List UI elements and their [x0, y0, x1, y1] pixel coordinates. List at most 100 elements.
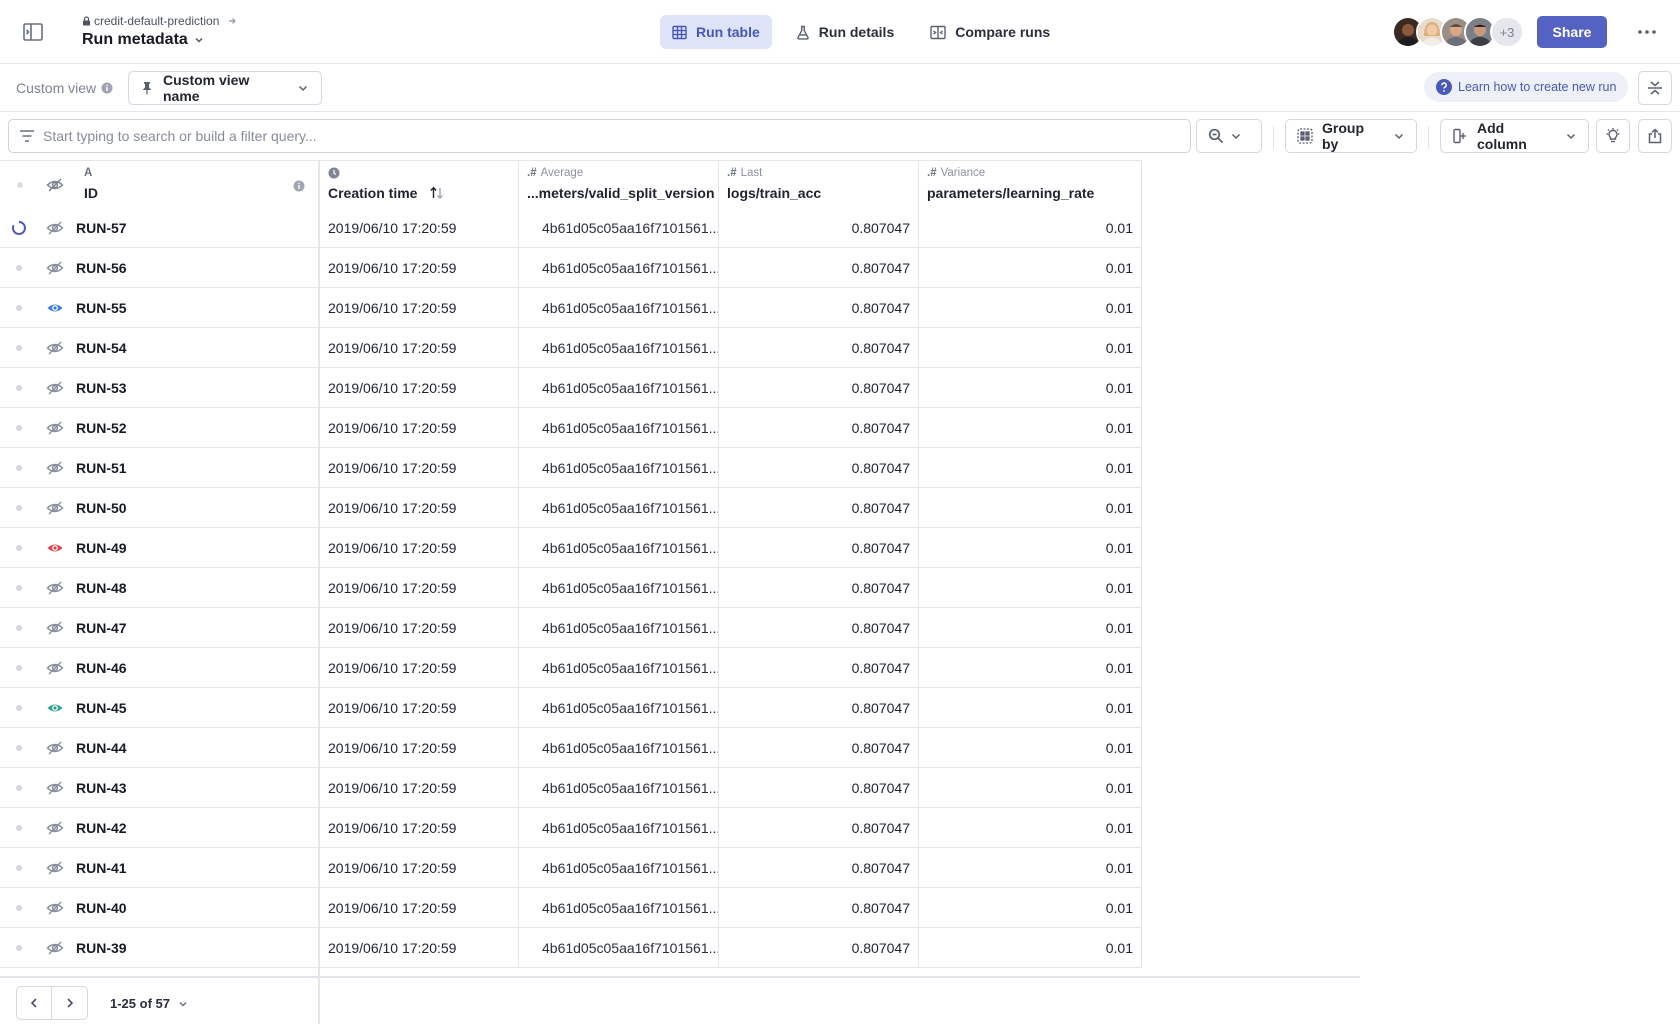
- visibility-toggle-cell[interactable]: [38, 488, 71, 527]
- eye-icon[interactable]: [46, 299, 64, 317]
- visibility-toggle-cell[interactable]: [38, 688, 71, 727]
- run-id-cell[interactable]: RUN-43: [71, 768, 318, 807]
- header-learning-rate[interactable]: .# Variance parameters/learning_rate: [919, 161, 1142, 208]
- eye-off-icon[interactable]: [45, 899, 64, 917]
- project-name[interactable]: credit-default-prediction: [94, 14, 219, 28]
- run-id-cell[interactable]: RUN-52: [71, 408, 318, 447]
- eye-off-icon[interactable]: [45, 859, 64, 877]
- custom-view-select[interactable]: Custom view name: [128, 71, 322, 105]
- next-page-button[interactable]: [52, 986, 88, 1020]
- visibility-toggle-cell[interactable]: [38, 568, 71, 607]
- eye-off-icon[interactable]: [45, 499, 64, 517]
- header-id[interactable]: A ID: [71, 161, 318, 208]
- table-row[interactable]: RUN-44 2019/06/10 17:20:59 4b61d05c05aa16f…: [0, 728, 1142, 768]
- eye-off-icon[interactable]: [45, 939, 64, 957]
- run-id-cell[interactable]: RUN-45: [71, 688, 318, 727]
- sidebar-toggle-icon[interactable]: [22, 21, 44, 43]
- info-icon[interactable]: [293, 180, 305, 192]
- visibility-toggle-cell[interactable]: [38, 328, 71, 367]
- share-button[interactable]: Share: [1537, 16, 1607, 48]
- search-mode-button[interactable]: [1196, 119, 1262, 153]
- add-column-button[interactable]: Add column: [1440, 119, 1589, 153]
- eye-off-icon[interactable]: [45, 339, 64, 357]
- eye-off-icon[interactable]: [45, 219, 64, 237]
- visibility-toggle-cell[interactable]: [38, 928, 71, 967]
- table-row[interactable]: RUN-49 2019/06/10 17:20:59 4b61d05c05aa16f…: [0, 528, 1142, 568]
- eye-off-icon[interactable]: [45, 459, 64, 477]
- eye-off-icon[interactable]: [45, 419, 64, 437]
- table-row[interactable]: RUN-55 2019/06/10 17:20:59 4b61d05c05aa16f…: [0, 288, 1142, 328]
- run-id-cell[interactable]: RUN-51: [71, 448, 318, 487]
- eye-icon[interactable]: [46, 699, 64, 717]
- eye-off-icon[interactable]: [45, 779, 64, 797]
- visibility-toggle-cell[interactable]: [38, 648, 71, 687]
- tab-compare-runs[interactable]: Compare runs: [918, 15, 1062, 49]
- page-title[interactable]: Run metadata: [82, 31, 204, 49]
- table-row[interactable]: RUN-39 2019/06/10 17:20:59 4b61d05c05aa16f…: [0, 928, 1142, 968]
- visibility-toggle-cell[interactable]: [38, 608, 71, 647]
- table-row[interactable]: RUN-56 2019/06/10 17:20:59 4b61d05c05aa16f…: [0, 248, 1142, 288]
- run-id-cell[interactable]: RUN-49: [71, 528, 318, 567]
- suggestions-button[interactable]: [1596, 119, 1630, 153]
- visibility-toggle-cell[interactable]: [38, 848, 71, 887]
- run-id-cell[interactable]: RUN-39: [71, 928, 318, 967]
- collapse-view-button[interactable]: [1638, 71, 1672, 105]
- table-row[interactable]: RUN-40 2019/06/10 17:20:59 4b61d05c05aa16f…: [0, 888, 1142, 928]
- run-id-cell[interactable]: RUN-44: [71, 728, 318, 767]
- visibility-toggle-cell[interactable]: [38, 728, 71, 767]
- filter-query-input[interactable]: [43, 128, 1163, 144]
- header-valid-split-version[interactable]: .# Average ...meters/valid_split_version: [519, 161, 719, 208]
- header-creation-time[interactable]: Creation time: [318, 161, 519, 208]
- eye-icon[interactable]: [46, 539, 64, 557]
- eye-off-icon[interactable]: [45, 819, 64, 837]
- info-icon[interactable]: [101, 82, 113, 94]
- collaborator-avatars[interactable]: +3: [1392, 16, 1524, 48]
- export-button[interactable]: [1638, 119, 1672, 153]
- run-id-cell[interactable]: RUN-47: [71, 608, 318, 647]
- visibility-toggle-cell[interactable]: [38, 808, 71, 847]
- table-row[interactable]: RUN-53 2019/06/10 17:20:59 4b61d05c05aa16f…: [0, 368, 1142, 408]
- run-id-cell[interactable]: RUN-54: [71, 328, 318, 367]
- run-id-cell[interactable]: RUN-41: [71, 848, 318, 887]
- header-visibility[interactable]: [38, 161, 71, 208]
- table-row[interactable]: RUN-45 2019/06/10 17:20:59 4b61d05c05aa16f…: [0, 688, 1142, 728]
- tab-run-table[interactable]: Run table: [660, 15, 772, 49]
- eye-off-icon[interactable]: [45, 579, 64, 597]
- eye-off-icon[interactable]: [46, 176, 64, 194]
- table-row[interactable]: RUN-50 2019/06/10 17:20:59 4b61d05c05aa16f…: [0, 488, 1142, 528]
- run-id-cell[interactable]: RUN-53: [71, 368, 318, 407]
- visibility-toggle-cell[interactable]: [38, 368, 71, 407]
- run-id-cell[interactable]: RUN-57: [71, 208, 318, 247]
- avatar-overflow-count[interactable]: +3: [1490, 16, 1524, 48]
- eye-off-icon[interactable]: [45, 739, 64, 757]
- page-size-select[interactable]: 1-25 of 57: [110, 996, 188, 1011]
- visibility-toggle-cell[interactable]: [38, 288, 71, 327]
- table-row[interactable]: RUN-46 2019/06/10 17:20:59 4b61d05c05aa16f…: [0, 648, 1142, 688]
- table-row[interactable]: RUN-47 2019/06/10 17:20:59 4b61d05c05aa16f…: [0, 608, 1142, 648]
- visibility-toggle-cell[interactable]: [38, 408, 71, 447]
- sort-ascending-icon[interactable]: [429, 186, 445, 200]
- run-id-cell[interactable]: RUN-50: [71, 488, 318, 527]
- eye-off-icon[interactable]: [45, 659, 64, 677]
- run-id-cell[interactable]: RUN-42: [71, 808, 318, 847]
- run-id-cell[interactable]: RUN-48: [71, 568, 318, 607]
- table-row[interactable]: RUN-41 2019/06/10 17:20:59 4b61d05c05aa16f…: [0, 848, 1142, 888]
- run-id-cell[interactable]: RUN-55: [71, 288, 318, 327]
- table-row[interactable]: RUN-51 2019/06/10 17:20:59 4b61d05c05aa16f…: [0, 448, 1142, 488]
- visibility-toggle-cell[interactable]: [38, 768, 71, 807]
- eye-off-icon[interactable]: [45, 619, 64, 637]
- table-row[interactable]: RUN-54 2019/06/10 17:20:59 4b61d05c05aa16f…: [0, 328, 1142, 368]
- table-row[interactable]: RUN-43 2019/06/10 17:20:59 4b61d05c05aa16f…: [0, 768, 1142, 808]
- visibility-toggle-cell[interactable]: [38, 248, 71, 287]
- eye-off-icon[interactable]: [45, 259, 64, 277]
- table-row[interactable]: RUN-52 2019/06/10 17:20:59 4b61d05c05aa16f…: [0, 408, 1142, 448]
- eye-off-icon[interactable]: [45, 379, 64, 397]
- breadcrumb[interactable]: credit-default-prediction: [82, 14, 237, 28]
- more-options-icon[interactable]: [1636, 22, 1658, 42]
- run-id-cell[interactable]: RUN-56: [71, 248, 318, 287]
- group-by-button[interactable]: Group by: [1285, 119, 1417, 153]
- horizontal-scrollbar[interactable]: [0, 976, 1360, 978]
- table-row[interactable]: RUN-57 2019/06/10 17:20:59 4b61d05c05aa16f…: [0, 208, 1142, 248]
- tab-run-details[interactable]: Run details: [784, 15, 906, 49]
- run-id-cell[interactable]: RUN-46: [71, 648, 318, 687]
